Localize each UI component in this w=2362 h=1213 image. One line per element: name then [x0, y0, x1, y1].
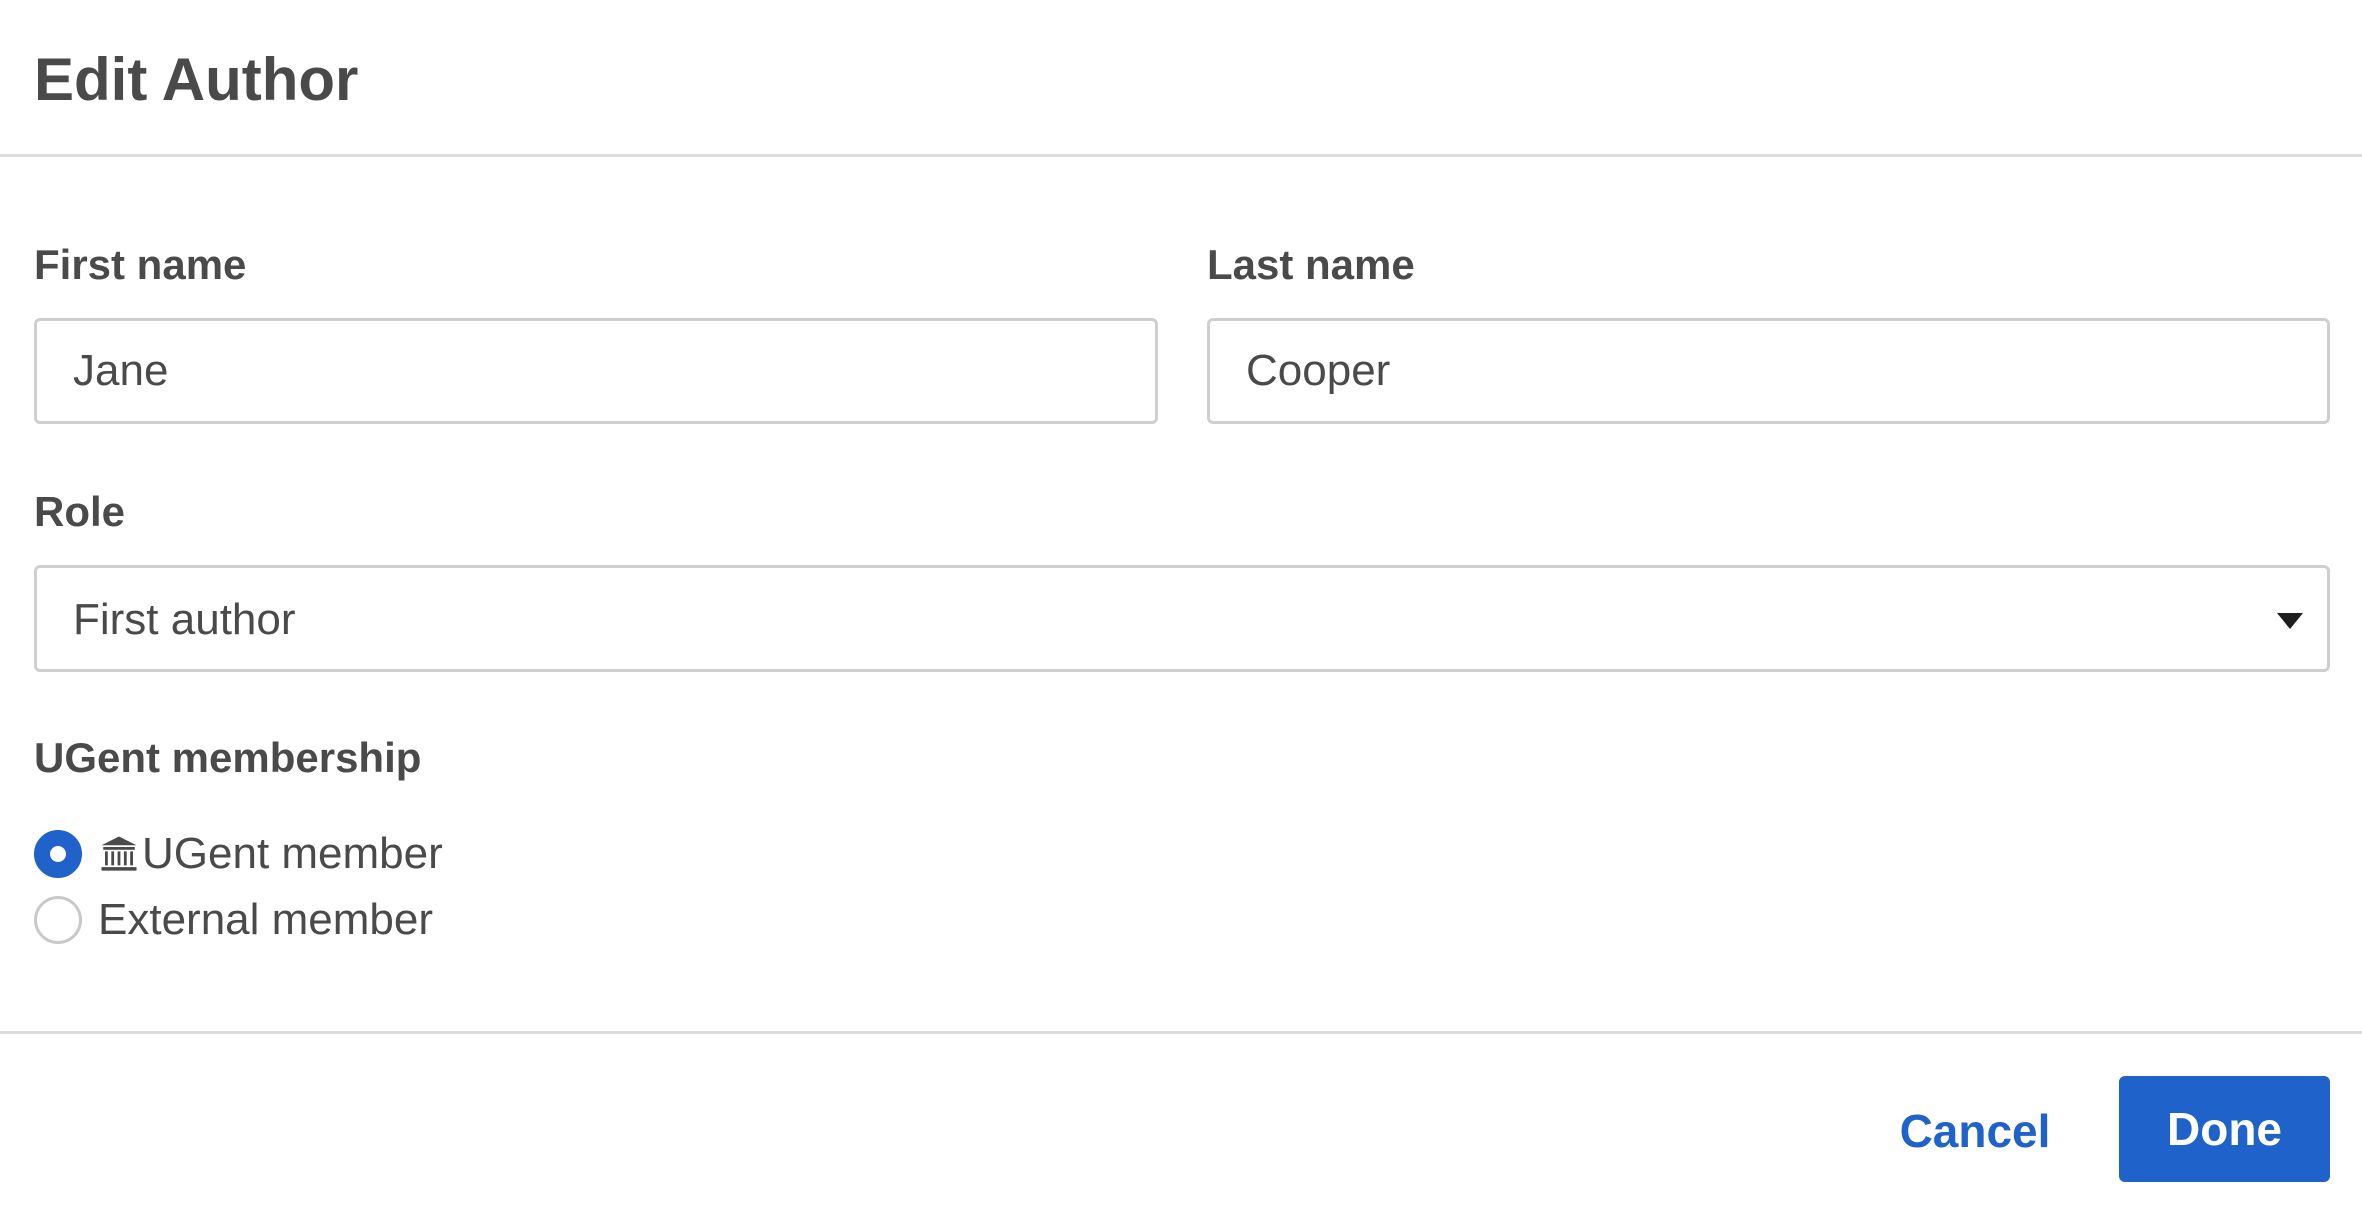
membership-label: UGent membership: [34, 734, 422, 781]
caret-down-icon: [2277, 613, 2303, 629]
radio-option-external-member[interactable]: External member: [34, 892, 433, 948]
radio-button-ugent-member[interactable]: [34, 830, 82, 878]
ugent-member-text: UGent member: [142, 829, 443, 878]
last-name-input[interactable]: [1207, 318, 2330, 424]
role-label: Role: [34, 488, 126, 535]
edit-author-dialog: Edit Author First name Last name Role Fi…: [0, 0, 2362, 1213]
role-select[interactable]: First author: [34, 565, 2330, 672]
dialog-title: Edit Author: [34, 46, 359, 113]
first-name-label: First name: [34, 241, 247, 288]
first-name-input[interactable]: [34, 318, 1158, 424]
radio-label-ugent-member: UGent member: [98, 826, 443, 882]
dialog-header: Edit Author: [0, 0, 2362, 157]
radio-button-external-member[interactable]: [34, 896, 82, 944]
radio-option-ugent-member[interactable]: UGent member: [34, 826, 443, 882]
radio-label-external-member: External member: [98, 895, 434, 944]
last-name-label: Last name: [1207, 241, 1415, 288]
cancel-button[interactable]: Cancel: [1880, 1076, 2070, 1186]
institution-icon: [101, 836, 137, 871]
role-selected-value: First author: [73, 595, 296, 644]
done-button[interactable]: Done: [2119, 1076, 2330, 1182]
